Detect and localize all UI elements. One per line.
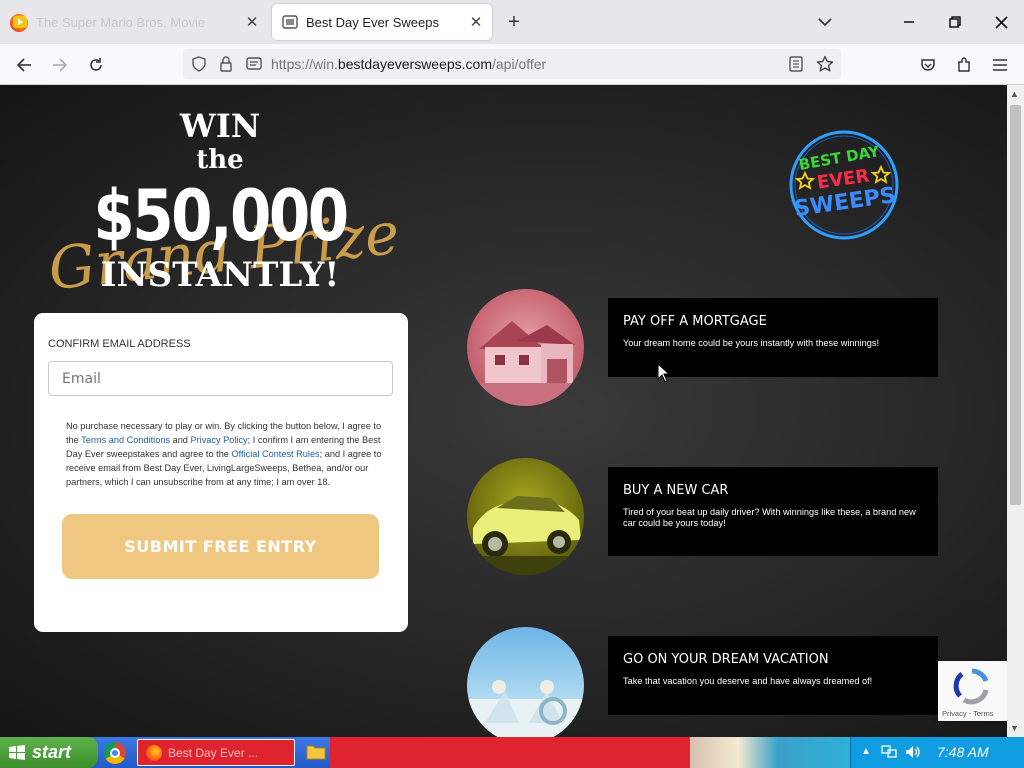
- extensions-icon[interactable]: [951, 52, 977, 78]
- screen: The Super Mario Bros. Movie ✕ Best Day E…: [0, 0, 1024, 768]
- email-label: CONFIRM EMAIL ADDRESS: [48, 338, 191, 350]
- restore-icon[interactable]: [932, 0, 978, 44]
- terms-link[interactable]: Terms and Conditions: [81, 435, 170, 445]
- url-path: /api/offer: [492, 56, 547, 72]
- navigation-toolbar: https://win.bestdayeversweeps.com/api/of…: [0, 44, 1024, 85]
- recaptcha-terms-link[interactable]: Terms: [973, 709, 993, 718]
- url-domain: bestdayeversweeps.com: [337, 56, 492, 72]
- car-image: [467, 458, 584, 575]
- hero-amount: $50,000: [93, 175, 349, 257]
- play-icon: [12, 14, 28, 30]
- folder-icon[interactable]: [306, 743, 326, 761]
- windows-logo-icon: [9, 744, 25, 760]
- url-text[interactable]: https://win.bestdayeversweeps.com/api/of…: [271, 56, 546, 72]
- scroll-up-icon[interactable]: ▲: [1010, 89, 1019, 99]
- hero-instantly: INSTANTLY!: [100, 255, 340, 295]
- page-info-icon[interactable]: [246, 56, 262, 77]
- feature-description: Your dream home could be yours instantly…: [623, 338, 880, 348]
- taskbar-empty-area: [330, 737, 690, 768]
- bookmark-star-icon[interactable]: [816, 55, 834, 78]
- url-prefix: https://win.: [271, 56, 338, 72]
- house-image: [467, 289, 584, 406]
- close-tab-icon[interactable]: ✕: [464, 10, 488, 34]
- shield-icon[interactable]: [191, 56, 207, 77]
- taskbar-firefox-window[interactable]: Best Day Ever ...: [137, 739, 295, 766]
- address-bar[interactable]: https://win.bestdayeversweeps.com/api/of…: [183, 49, 841, 79]
- recaptcha-badge[interactable]: Privacy - Terms: [938, 661, 1007, 721]
- pocket-icon[interactable]: [915, 52, 941, 78]
- hamburger-menu-icon[interactable]: [987, 52, 1013, 78]
- mouse-cursor-icon: [657, 363, 671, 383]
- star-icon: [794, 170, 816, 190]
- tab-title: Best Day Ever Sweeps: [306, 14, 439, 30]
- clock: 7:48 AM: [937, 744, 989, 760]
- contest-rules-link[interactable]: Official Contest Rules: [231, 449, 319, 459]
- scroll-down-icon[interactable]: ▼: [1010, 723, 1019, 733]
- start-button[interactable]: start: [0, 737, 98, 768]
- feature-title: BUY A NEW CAR: [623, 483, 729, 498]
- feature-title: GO ON YOUR DREAM VACATION: [623, 652, 829, 667]
- chevron-down-icon[interactable]: [812, 10, 838, 34]
- legal-text: and: [170, 435, 191, 445]
- feature-description: Tired of your beat up daily driver? With…: [623, 507, 916, 528]
- star-icon: [870, 164, 892, 184]
- submit-entry-button[interactable]: SUBMIT FREE ENTRY: [62, 514, 379, 579]
- tab-mario-movie[interactable]: The Super Mario Bros. Movie ✕: [0, 4, 268, 40]
- recaptcha-privacy-link[interactable]: Privacy: [942, 709, 967, 718]
- scrollbar-thumb[interactable]: [1010, 105, 1021, 505]
- web-page: Grand Prize WIN the $50,000 INSTANTLY! B…: [0, 85, 1007, 737]
- back-arrow-icon[interactable]: [11, 52, 37, 78]
- privacy-policy-link[interactable]: Privacy Policy: [190, 435, 247, 445]
- windows-taskbar: start Best Day Ever ... ▲ 7:48 AM: [0, 737, 1024, 768]
- network-icon[interactable]: [881, 745, 897, 764]
- forward-arrow-icon[interactable]: [47, 52, 73, 78]
- close-window-icon[interactable]: [978, 0, 1024, 44]
- system-tray: ▲ 7:48 AM: [850, 737, 1024, 768]
- lock-icon[interactable]: [219, 56, 233, 77]
- vertical-scrollbar[interactable]: ▲ ▼: [1007, 85, 1024, 737]
- recaptcha-icon: [953, 668, 989, 705]
- email-field[interactable]: [48, 361, 393, 396]
- hero-the: the: [196, 145, 244, 175]
- feature-car: BUY A NEW CAR Tired of your beat up dail…: [608, 467, 938, 556]
- feature-title: PAY OFF A MORTGAGE: [623, 314, 767, 329]
- taskbar-background-strip: [690, 737, 850, 768]
- tab-strip: The Super Mario Bros. Movie ✕ Best Day E…: [0, 0, 1024, 44]
- best-day-ever-sweeps-logo: BEST DAY EVER SWEEPS: [789, 130, 899, 240]
- minimize-icon[interactable]: [886, 0, 932, 44]
- reload-icon[interactable]: [83, 52, 109, 78]
- legal-disclaimer: No purchase necessary to play or win. By…: [66, 419, 392, 489]
- chrome-icon[interactable]: [104, 742, 126, 764]
- entry-form-card: CONFIRM EMAIL ADDRESS No purchase necess…: [34, 313, 408, 632]
- site-favicon-icon: [282, 14, 298, 30]
- new-tab-icon[interactable]: +: [502, 10, 526, 34]
- tab-best-day-ever[interactable]: Best Day Ever Sweeps ✕: [272, 4, 492, 40]
- tray-expand-icon[interactable]: ▲: [861, 746, 871, 757]
- reader-view-icon[interactable]: [789, 56, 803, 77]
- firefox-icon: [146, 744, 162, 761]
- volume-icon[interactable]: [905, 745, 921, 764]
- feature-description: Take that vacation you deserve and have …: [623, 676, 873, 686]
- recaptcha-links: Privacy - Terms: [942, 709, 994, 718]
- hero-headline: Grand Prize WIN the $50,000 INSTANTLY!: [40, 105, 410, 305]
- tab-title: The Super Mario Bros. Movie: [36, 14, 206, 30]
- start-label: start: [32, 742, 72, 762]
- close-tab-icon[interactable]: ✕: [240, 10, 264, 34]
- vacation-beach-image: [467, 627, 584, 737]
- feature-vacation: GO ON YOUR DREAM VACATION Take that vaca…: [608, 636, 938, 715]
- taskbar-window-label: Best Day Ever ...: [168, 745, 259, 760]
- hero-win: WIN: [179, 107, 261, 145]
